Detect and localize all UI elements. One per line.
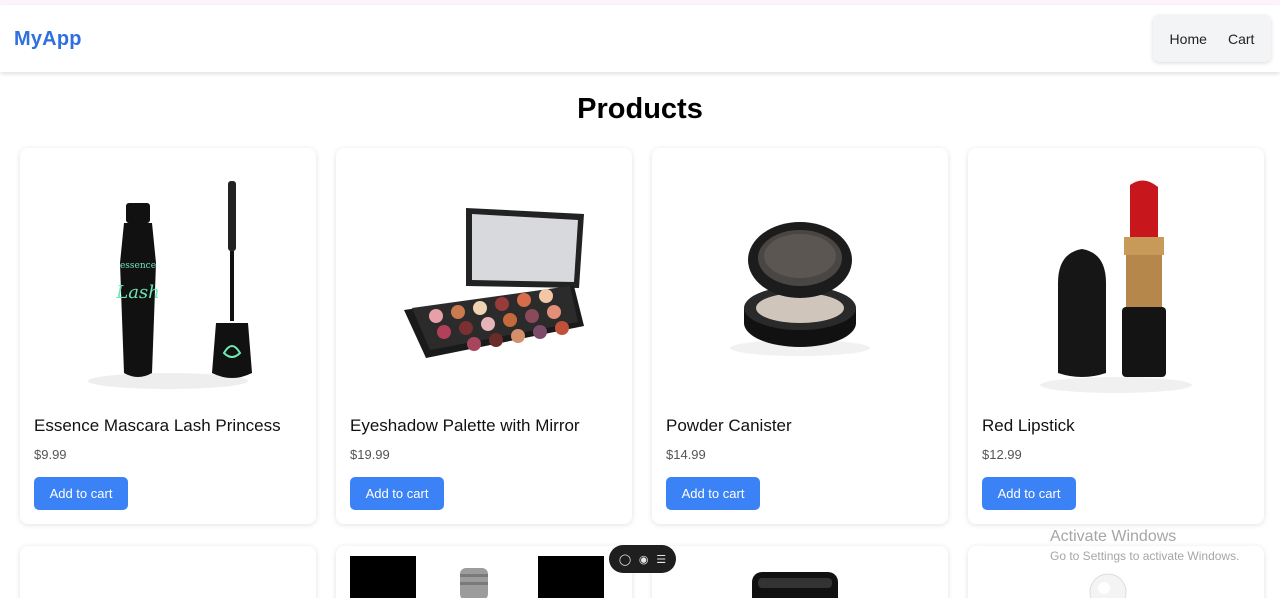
product-card: Eyeshadow Palette with Mirror $19.99 Add… <box>336 148 632 524</box>
product-image-placeholder <box>350 556 416 598</box>
add-to-cart-button[interactable]: Add to cart <box>34 477 128 510</box>
product-card: Red Lipstick $12.99 Add to cart <box>968 148 1264 524</box>
product-title: Red Lipstick <box>982 416 1075 435</box>
navbar: MyApp Home Cart <box>0 5 1280 72</box>
bottle-image <box>460 568 488 598</box>
product-card <box>652 546 948 598</box>
comment-icon[interactable]: ◯ <box>619 553 631 566</box>
powder-canister-image <box>730 222 870 356</box>
product-card <box>20 546 316 598</box>
product-image[interactable] <box>350 162 618 414</box>
cream-jar-image <box>1089 573 1127 598</box>
product-price: $19.99 <box>350 447 390 462</box>
floating-toolbar: ◯ ◉ ☰ <box>609 545 676 573</box>
eye-icon[interactable]: ◉ <box>639 553 649 566</box>
product-price: $14.99 <box>666 447 706 462</box>
product-image[interactable] <box>982 162 1250 414</box>
menu-icon[interactable]: ☰ <box>656 553 666 566</box>
nav-cart-link[interactable]: Cart <box>1228 31 1254 47</box>
add-to-cart-button[interactable]: Add to cart <box>666 477 760 510</box>
eyeshadow-palette-image <box>404 208 584 358</box>
compact-image <box>752 572 838 598</box>
svg-text:essence: essence <box>120 261 156 271</box>
product-image[interactable]: essence Lash <box>34 162 302 414</box>
mascara-image: essence Lash <box>88 181 252 389</box>
activate-windows-watermark: Activate Windows Go to Settings to activ… <box>1050 528 1239 563</box>
product-title: Eyeshadow Palette with Mirror <box>350 416 580 435</box>
product-price: $12.99 <box>982 447 1022 462</box>
add-to-cart-button[interactable]: Add to cart <box>350 477 444 510</box>
red-lipstick-image <box>1040 180 1192 393</box>
product-card: Powder Canister $14.99 Add to cart <box>652 148 948 524</box>
product-card: essence Lash Essence Mascara Lash Prince… <box>20 148 316 524</box>
product-image[interactable] <box>666 162 934 414</box>
product-title: Powder Canister <box>666 416 792 435</box>
product-card <box>336 546 632 598</box>
watermark-title: Activate Windows <box>1050 528 1177 545</box>
product-price: $9.99 <box>34 447 67 462</box>
nav-menu: Home Cart <box>1153 15 1271 62</box>
watermark-subtitle: Go to Settings to activate Windows. <box>1050 549 1240 563</box>
brand-logo[interactable]: MyApp <box>14 28 82 51</box>
product-image-placeholder <box>538 556 604 598</box>
product-title: Essence Mascara Lash Princess <box>34 416 281 435</box>
nav-home-link[interactable]: Home <box>1170 31 1207 47</box>
page-title: Products <box>577 93 703 125</box>
add-to-cart-button[interactable]: Add to cart <box>982 477 1076 510</box>
svg-text:Lash: Lash <box>115 282 160 303</box>
